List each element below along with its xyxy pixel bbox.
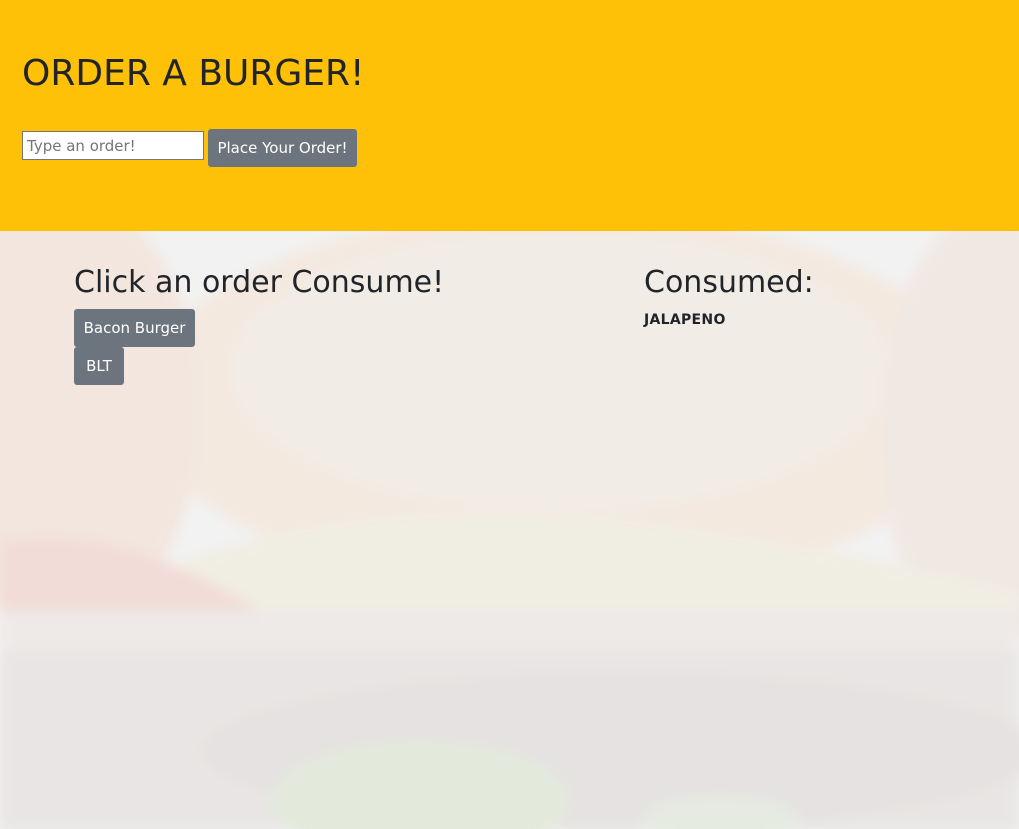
- main-section: Click an order Consume! Bacon Burger BLT…: [0, 231, 1019, 829]
- place-order-button[interactable]: Place Your Order!: [208, 129, 357, 167]
- page-title: ORDER A BURGER!: [22, 53, 365, 94]
- order-item-blt[interactable]: BLT: [74, 347, 124, 385]
- consumed-title: Consumed:: [644, 265, 814, 300]
- orders-title: Click an order Consume!: [74, 265, 445, 300]
- order-item-bacon-burger[interactable]: Bacon Burger: [74, 309, 195, 347]
- header-banner: ORDER A BURGER! Place Your Order!: [0, 0, 1019, 231]
- order-input[interactable]: [22, 131, 204, 160]
- consumed-item: JALAPENO: [644, 312, 726, 328]
- page: ORDER A BURGER! Place Your Order!: [0, 0, 1019, 829]
